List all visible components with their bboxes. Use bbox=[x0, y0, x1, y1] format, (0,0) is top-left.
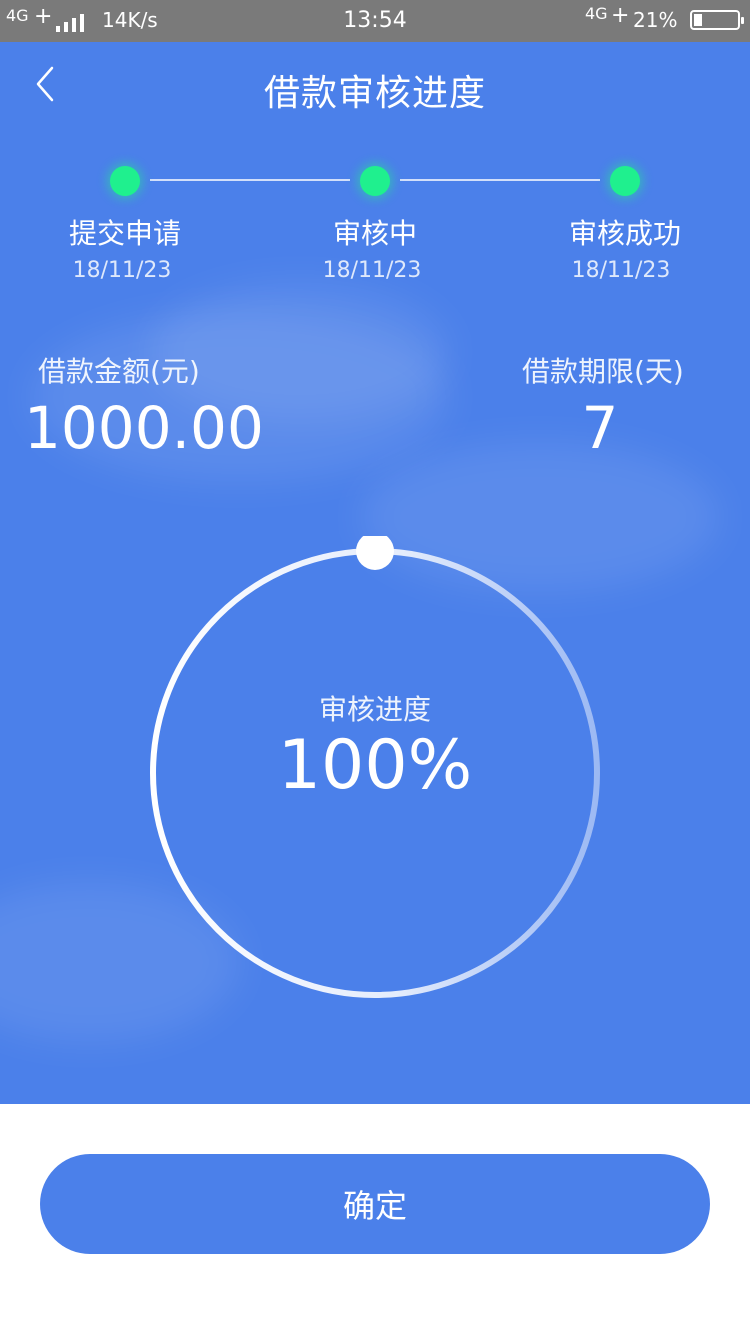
battery-icon bbox=[690, 10, 744, 30]
network-type-right: 4G bbox=[585, 4, 608, 23]
step-dot-approved bbox=[610, 166, 640, 196]
loan-amount-label: 借款金额(元) bbox=[38, 355, 200, 388]
progress-panel: 借款审核进度 提交申请 审核中 审核成功 18/11/23 18/11/23 1… bbox=[0, 42, 750, 1104]
step-connector bbox=[400, 179, 600, 181]
step-dot-submitted bbox=[110, 166, 140, 196]
loan-review-progress-screen: 4G + 14K/s 13:54 4G + 21% 借款审核进度 提交申请 审核… bbox=[0, 0, 750, 1334]
loan-term-value: 7 bbox=[581, 394, 619, 462]
step-date-reviewing: 18/11/23 bbox=[322, 258, 422, 283]
network-plus-right: + bbox=[611, 3, 630, 28]
status-bar: 4G + 14K/s 13:54 4G + 21% bbox=[0, 0, 750, 42]
step-label-reviewing: 审核中 bbox=[332, 217, 417, 250]
loan-term-label: 借款期限(天) bbox=[522, 355, 684, 388]
battery-percentage: 21% bbox=[633, 8, 678, 32]
progress-percentage: 100% bbox=[277, 726, 473, 805]
step-connector bbox=[150, 179, 350, 181]
progress-caption: 审核进度 bbox=[318, 693, 431, 726]
step-date-approved: 18/11/23 bbox=[571, 258, 671, 283]
loan-amount-value: 1000.00 bbox=[24, 394, 264, 462]
step-label-submitted: 提交申请 bbox=[68, 217, 181, 250]
confirm-button[interactable]: 确定 bbox=[40, 1154, 710, 1254]
progress-ring-knob bbox=[356, 536, 394, 570]
step-date-submitted: 18/11/23 bbox=[72, 258, 172, 283]
page-title: 借款审核进度 bbox=[263, 73, 486, 114]
step-dot-reviewing bbox=[360, 166, 390, 196]
step-label-approved: 审核成功 bbox=[568, 217, 681, 250]
